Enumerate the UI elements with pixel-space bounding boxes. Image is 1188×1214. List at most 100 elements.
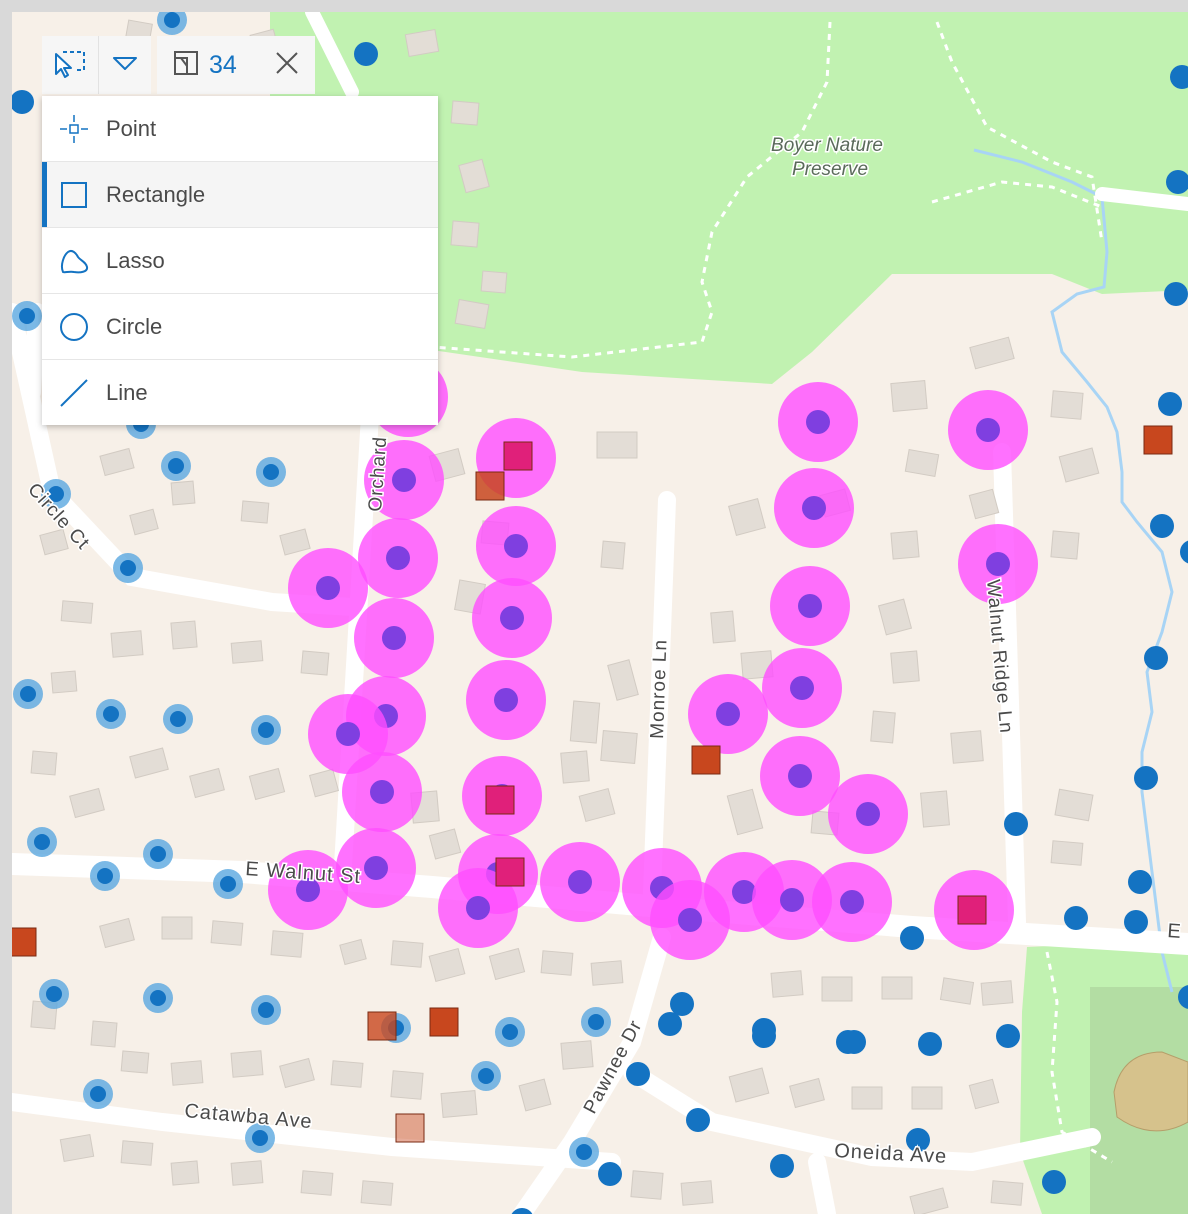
selected-point: [316, 576, 340, 600]
selected-point: [790, 676, 814, 700]
building: [120, 1140, 154, 1166]
building: [1050, 390, 1084, 420]
square-feature: [503, 441, 533, 471]
square-feature: [495, 857, 525, 887]
haloed-point: [120, 560, 136, 576]
building: [590, 960, 624, 986]
selected-point: [500, 606, 524, 630]
circle-icon: [42, 311, 106, 343]
menu-item-point[interactable]: Point: [42, 96, 438, 162]
selected-point: [504, 534, 528, 558]
square-feature: [12, 927, 37, 957]
close-icon[interactable]: [275, 51, 299, 80]
building: [120, 1050, 150, 1074]
building: [210, 920, 244, 946]
haloed-point: [97, 868, 113, 884]
feature-point: [1124, 910, 1148, 934]
selected-point: [364, 856, 388, 880]
building: [911, 1086, 943, 1110]
building: [770, 970, 804, 998]
haloed-point: [103, 706, 119, 722]
building: [440, 1090, 478, 1118]
feature-point: [686, 1108, 710, 1132]
square-feature: [1143, 425, 1173, 455]
haloed-point: [252, 1130, 268, 1146]
selected-point: [382, 626, 406, 650]
building: [821, 976, 853, 1002]
building: [230, 1160, 264, 1186]
selected-point: [976, 418, 1000, 442]
building: [1054, 788, 1094, 822]
building: [596, 431, 638, 459]
building: [170, 1060, 204, 1086]
feature-point: [1164, 282, 1188, 306]
building: [454, 298, 490, 330]
haloed-point: [170, 711, 186, 727]
building: [360, 1180, 394, 1206]
menu-item-label: Circle: [106, 313, 163, 339]
monroe-label: Monroe Ln: [647, 639, 671, 740]
building: [904, 448, 940, 478]
building: [170, 620, 198, 650]
building: [600, 730, 638, 764]
e-right-label: E: [1167, 920, 1182, 943]
menu-item-lasso[interactable]: Lasso: [42, 228, 438, 294]
boyer-label-1: Boyer Nature: [771, 135, 883, 156]
point-icon: [42, 113, 106, 145]
feature-point: [996, 1024, 1020, 1048]
building: [890, 530, 920, 560]
building: [980, 980, 1014, 1006]
haloed-point: [168, 458, 184, 474]
building: [50, 670, 78, 694]
select-tool-icon: [53, 48, 87, 83]
building: [890, 650, 920, 684]
feature-point: [1128, 870, 1152, 894]
building: [270, 930, 304, 958]
building: [230, 1050, 264, 1078]
selected-point: [392, 468, 416, 492]
building: [240, 500, 270, 524]
haloed-point: [478, 1068, 494, 1084]
feature-point: [1064, 906, 1088, 930]
building: [1050, 840, 1084, 866]
feature-point: [626, 1062, 650, 1086]
menu-item-circle[interactable]: Circle: [42, 294, 438, 360]
selected-point: [494, 688, 518, 712]
feature-point: [1144, 646, 1168, 670]
building: [390, 1070, 424, 1100]
building: [300, 650, 330, 676]
building: [890, 380, 928, 412]
menu-item-label: Rectangle: [106, 181, 206, 207]
haloed-point: [19, 308, 35, 324]
feature-point: [598, 1162, 622, 1186]
haloed-point: [150, 990, 166, 1006]
building: [230, 640, 264, 664]
haloed-point: [258, 1002, 274, 1018]
menu-item-line[interactable]: Line: [42, 360, 438, 425]
building: [30, 750, 58, 776]
building: [600, 540, 626, 570]
building: [939, 977, 975, 1005]
square-feature: [367, 1011, 397, 1041]
building: [881, 976, 913, 1000]
building: [870, 710, 896, 744]
building: [170, 480, 196, 506]
select-tool-button[interactable]: [42, 36, 98, 94]
menu-item-rectangle[interactable]: Rectangle: [42, 162, 438, 228]
selection-count: 34: [209, 50, 237, 79]
building: [851, 1086, 883, 1110]
haloed-point: [263, 464, 279, 480]
map-view[interactable]: Boyer Nature Preserve Circle Ct Orchard …: [12, 12, 1188, 1214]
building: [450, 100, 480, 126]
selection-mode-dropdown[interactable]: [98, 36, 151, 94]
feature-point: [354, 42, 378, 66]
selected-point: [798, 594, 822, 618]
haloed-point: [576, 1144, 592, 1160]
haloed-point: [20, 686, 36, 702]
haloed-point: [258, 722, 274, 738]
building: [90, 1020, 118, 1048]
selection-toolbar: 34: [42, 36, 315, 94]
building: [540, 950, 574, 976]
selection-count-chip[interactable]: 34: [157, 36, 315, 94]
building: [560, 1040, 594, 1070]
